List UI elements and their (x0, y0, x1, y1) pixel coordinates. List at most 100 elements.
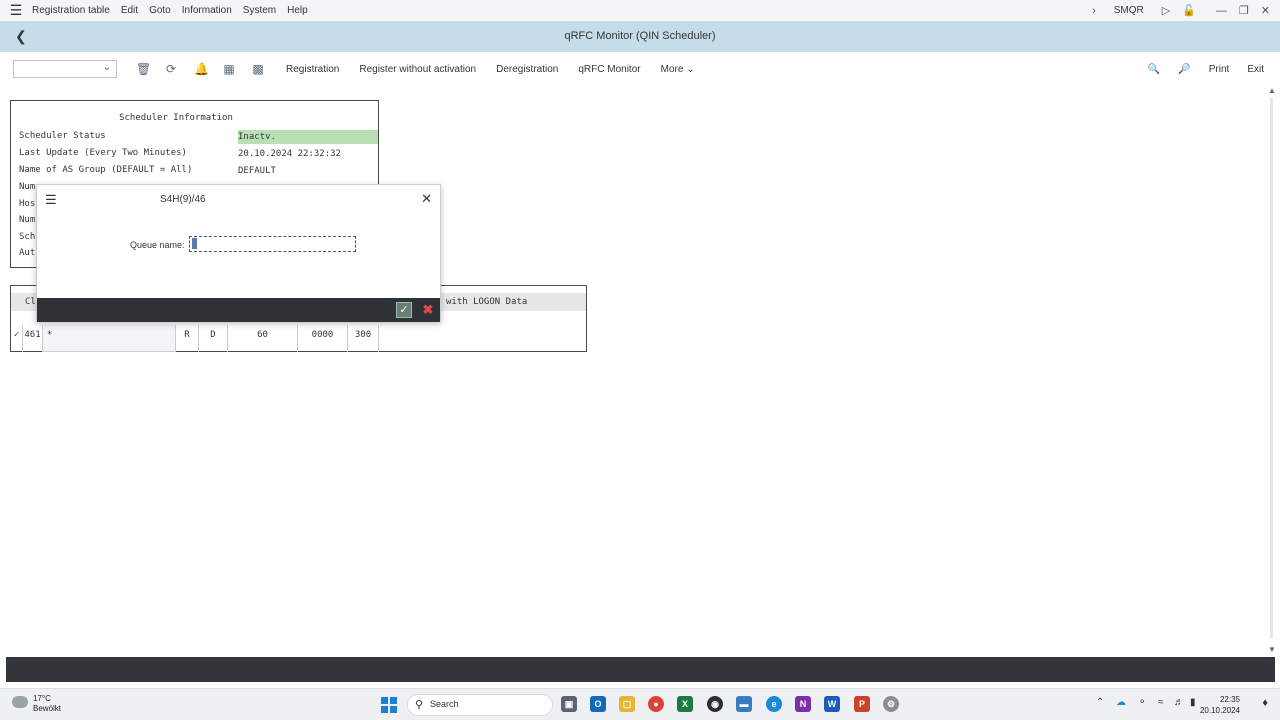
cell-client: 461 (23, 325, 43, 352)
scroll-down-icon[interactable]: ▼ (1268, 645, 1276, 654)
menu-edit[interactable]: Edit (121, 5, 138, 16)
title-bar: ❮ qRFC Monitor (QIN Scheduler) (0, 21, 1280, 52)
last-update-row: Last Update (Every Two Minutes) 20.10.20… (19, 148, 379, 162)
text-cursor (192, 238, 197, 249)
info-label: Scheduler Status (19, 131, 106, 141)
cell-queue-name[interactable]: * (43, 325, 176, 352)
scroll-up-icon[interactable]: ▲ (1268, 86, 1276, 95)
chevron-right-icon[interactable]: › (1092, 5, 1096, 17)
cell-delay: 0000 (298, 325, 348, 352)
info-label: Aut (19, 248, 36, 258)
edge-icon[interactable]: e (766, 696, 782, 712)
cell-mode: R (176, 325, 199, 352)
info-label: Name of AS Group (DEFAULT = All) (19, 165, 193, 175)
close-window-icon[interactable]: ✕ (1261, 4, 1270, 17)
tiles-icon[interactable]: ▩ (252, 62, 264, 76)
confirm-check-icon[interactable]: ✓ (396, 302, 412, 318)
table-row[interactable]: ✓ 461 * R D 60 0000 300 (11, 325, 586, 352)
taskbar-clock[interactable]: 22:35 20.10.2024 (1200, 694, 1240, 716)
windows-taskbar: 17°C Bewölkt ⚲ Search ▣ O ▢ ● X ◉ ▬ e N … (0, 688, 1280, 720)
chrome-icon[interactable]: ● (648, 696, 664, 712)
taskbar-search[interactable]: ⚲ Search (407, 694, 553, 716)
snipping-tool-icon[interactable]: ⚙ (883, 696, 899, 712)
queue-name-dialog: ☰ S4H(9)/46 ✕ Queue name: ✓ ✖ (36, 184, 441, 322)
wifi-icon[interactable]: ≈ (1158, 697, 1164, 708)
outlook-icon[interactable]: O (590, 696, 606, 712)
row-selector-checkbox[interactable]: ✓ (11, 325, 23, 352)
as-group-value: DEFAULT (238, 166, 276, 176)
chevron-down-icon[interactable]: ⌄ (103, 62, 111, 73)
sap-gui-icon[interactable]: ▬ (736, 696, 752, 712)
volume-icon[interactable]: ♬ (1174, 697, 1184, 708)
window-controls: › SMQR ▷ 🔓 — ❐ ✕ (1080, 0, 1280, 21)
onedrive-icon[interactable]: ☁ (1116, 697, 1126, 708)
info-label: Num (19, 182, 36, 192)
maximize-icon[interactable]: ❐ (1239, 4, 1249, 17)
command-field[interactable]: ⌄ (13, 60, 117, 78)
task-view-icon[interactable]: ▣ (561, 696, 577, 712)
column-header-logon-data: with LOGON Data (446, 297, 528, 307)
battery-icon[interactable]: ▮ (1190, 697, 1196, 708)
toolbar-right: 🔍 🔎 Print Exit (1148, 52, 1280, 86)
trash-icon[interactable]: 🗑 (136, 62, 151, 76)
dialog-footer: ✓ ✖ (37, 298, 440, 322)
more-button[interactable]: More ⌄ (661, 64, 695, 75)
date: 20.10.2024 (1199, 706, 1240, 715)
refresh-icon[interactable]: ⟳ (165, 62, 177, 76)
minimize-icon[interactable]: — (1216, 5, 1227, 17)
menu-bar: ☰ Registration table Edit Goto Informati… (0, 0, 1280, 21)
registration-button[interactable]: Registration (286, 64, 339, 75)
info-label: Last Update (Every Two Minutes) (19, 148, 187, 158)
chevron-up-icon[interactable]: ⌃ (1096, 697, 1104, 708)
cell-max-time: 60 (228, 325, 298, 352)
word-icon[interactable]: W (824, 696, 840, 712)
register-without-activation-button[interactable]: Register without activation (359, 64, 476, 75)
notification-bell-icon[interactable]: ♦ (1262, 697, 1268, 709)
menu-registration-table[interactable]: Registration table (32, 5, 110, 16)
cancel-x-icon[interactable]: ✖ (420, 302, 436, 318)
menu-help[interactable]: Help (287, 5, 308, 16)
search-next-icon[interactable]: 🔎 (1178, 64, 1190, 75)
app-icon[interactable]: ◉ (707, 696, 723, 712)
bell-icon[interactable]: 🔔 (194, 62, 209, 76)
play-icon[interactable]: ▷ (1162, 4, 1170, 17)
temperature: 17°C (33, 694, 51, 703)
status-bar (6, 657, 1275, 682)
deregistration-button[interactable]: Deregistration (496, 64, 558, 75)
cell-type: D (199, 325, 228, 352)
exit-button[interactable]: Exit (1247, 64, 1264, 75)
chevron-down-icon: ⌄ (686, 63, 695, 75)
excel-icon[interactable]: X (677, 696, 693, 712)
qrfc-monitor-button[interactable]: qRFC Monitor (578, 64, 640, 75)
onenote-icon[interactable]: N (795, 696, 811, 712)
taskbar-search-label: Search (430, 699, 459, 709)
microphone-icon[interactable]: ⚬ (1138, 697, 1146, 708)
windows-start-icon[interactable] (381, 697, 397, 713)
dialog-menu-icon[interactable]: ☰ (45, 192, 57, 208)
print-button[interactable]: Print (1209, 64, 1230, 75)
menu-system[interactable]: System (243, 5, 276, 16)
queue-name-input[interactable] (189, 236, 356, 252)
file-explorer-icon[interactable]: ▢ (619, 696, 635, 712)
last-update-value: 20.10.2024 22:32:32 (238, 149, 341, 159)
close-icon[interactable]: ✕ (421, 191, 432, 207)
search-icon: ⚲ (415, 699, 424, 711)
hamburger-menu-icon[interactable]: ☰ (0, 0, 32, 21)
info-label: Sch (19, 232, 36, 242)
scrollbar-track[interactable] (1270, 98, 1273, 638)
info-label: Hos (19, 199, 36, 209)
cell-runs: 300 (348, 325, 379, 352)
cloud-icon (12, 696, 28, 708)
menu-goto[interactable]: Goto (149, 5, 171, 16)
queue-name-label: Queue name: (130, 240, 185, 250)
grid-icon[interactable]: ▦ (223, 62, 235, 76)
transaction-code: SMQR (1113, 5, 1144, 16)
unlock-icon[interactable]: 🔓 (1182, 4, 1196, 17)
vertical-scrollbar[interactable]: ▲ ▼ (1268, 86, 1276, 654)
info-label: Num (19, 215, 36, 225)
more-label: More (660, 63, 684, 75)
weather-condition: Bewölkt (33, 704, 62, 713)
powerpoint-icon[interactable]: P (854, 696, 870, 712)
menu-information[interactable]: Information (182, 5, 232, 16)
search-icon[interactable]: 🔍 (1148, 64, 1160, 75)
